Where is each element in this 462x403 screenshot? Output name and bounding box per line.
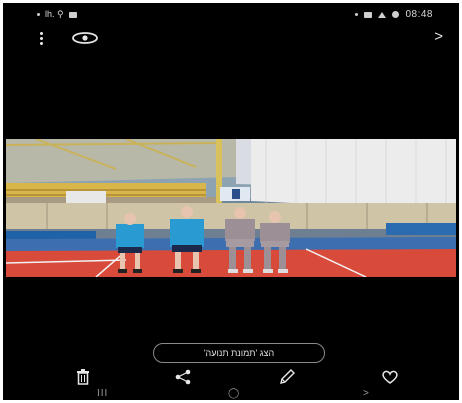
eye-icon[interactable]	[71, 31, 99, 45]
chevron-right-icon[interactable]: >	[434, 28, 443, 45]
viewer-top-bar: >	[3, 25, 459, 51]
photo-view[interactable]	[6, 139, 456, 277]
motion-photo-label: הצג 'תמונת תנועה'	[203, 348, 275, 358]
gallery-notification-icon	[68, 11, 77, 18]
status-left-glyphs: lh. ⚲	[45, 9, 64, 19]
system-nav-bar: III ◯ >	[3, 389, 459, 400]
home-button[interactable]: ◯	[228, 389, 239, 399]
phone-screen: lh. ⚲ 08:48 > הצג 'תמונת תנועה' III ◯ >	[3, 3, 459, 400]
vertical-dots-icon[interactable]	[36, 30, 46, 46]
signal-icon	[364, 11, 373, 18]
status-dot-icon	[355, 13, 359, 16]
motion-photo-button[interactable]: הצג 'תמונת תנועה'	[153, 343, 325, 363]
bottom-action-bar	[3, 367, 459, 389]
recents-button[interactable]: III	[97, 389, 108, 399]
pencil-icon[interactable]	[278, 369, 296, 385]
heart-icon[interactable]	[381, 369, 399, 385]
back-button[interactable]: >	[363, 389, 369, 399]
wifi-icon	[378, 11, 387, 18]
notification-dot-icon	[37, 13, 40, 16]
battery-icon	[392, 11, 400, 18]
status-bar: lh. ⚲ 08:48	[3, 3, 459, 25]
trash-icon[interactable]	[74, 369, 92, 385]
status-right: 08:48	[355, 9, 433, 20]
share-icon[interactable]	[174, 369, 192, 385]
sports-hall-photo	[6, 139, 456, 277]
status-time: 08:48	[405, 9, 433, 20]
status-left: lh. ⚲	[37, 9, 77, 20]
